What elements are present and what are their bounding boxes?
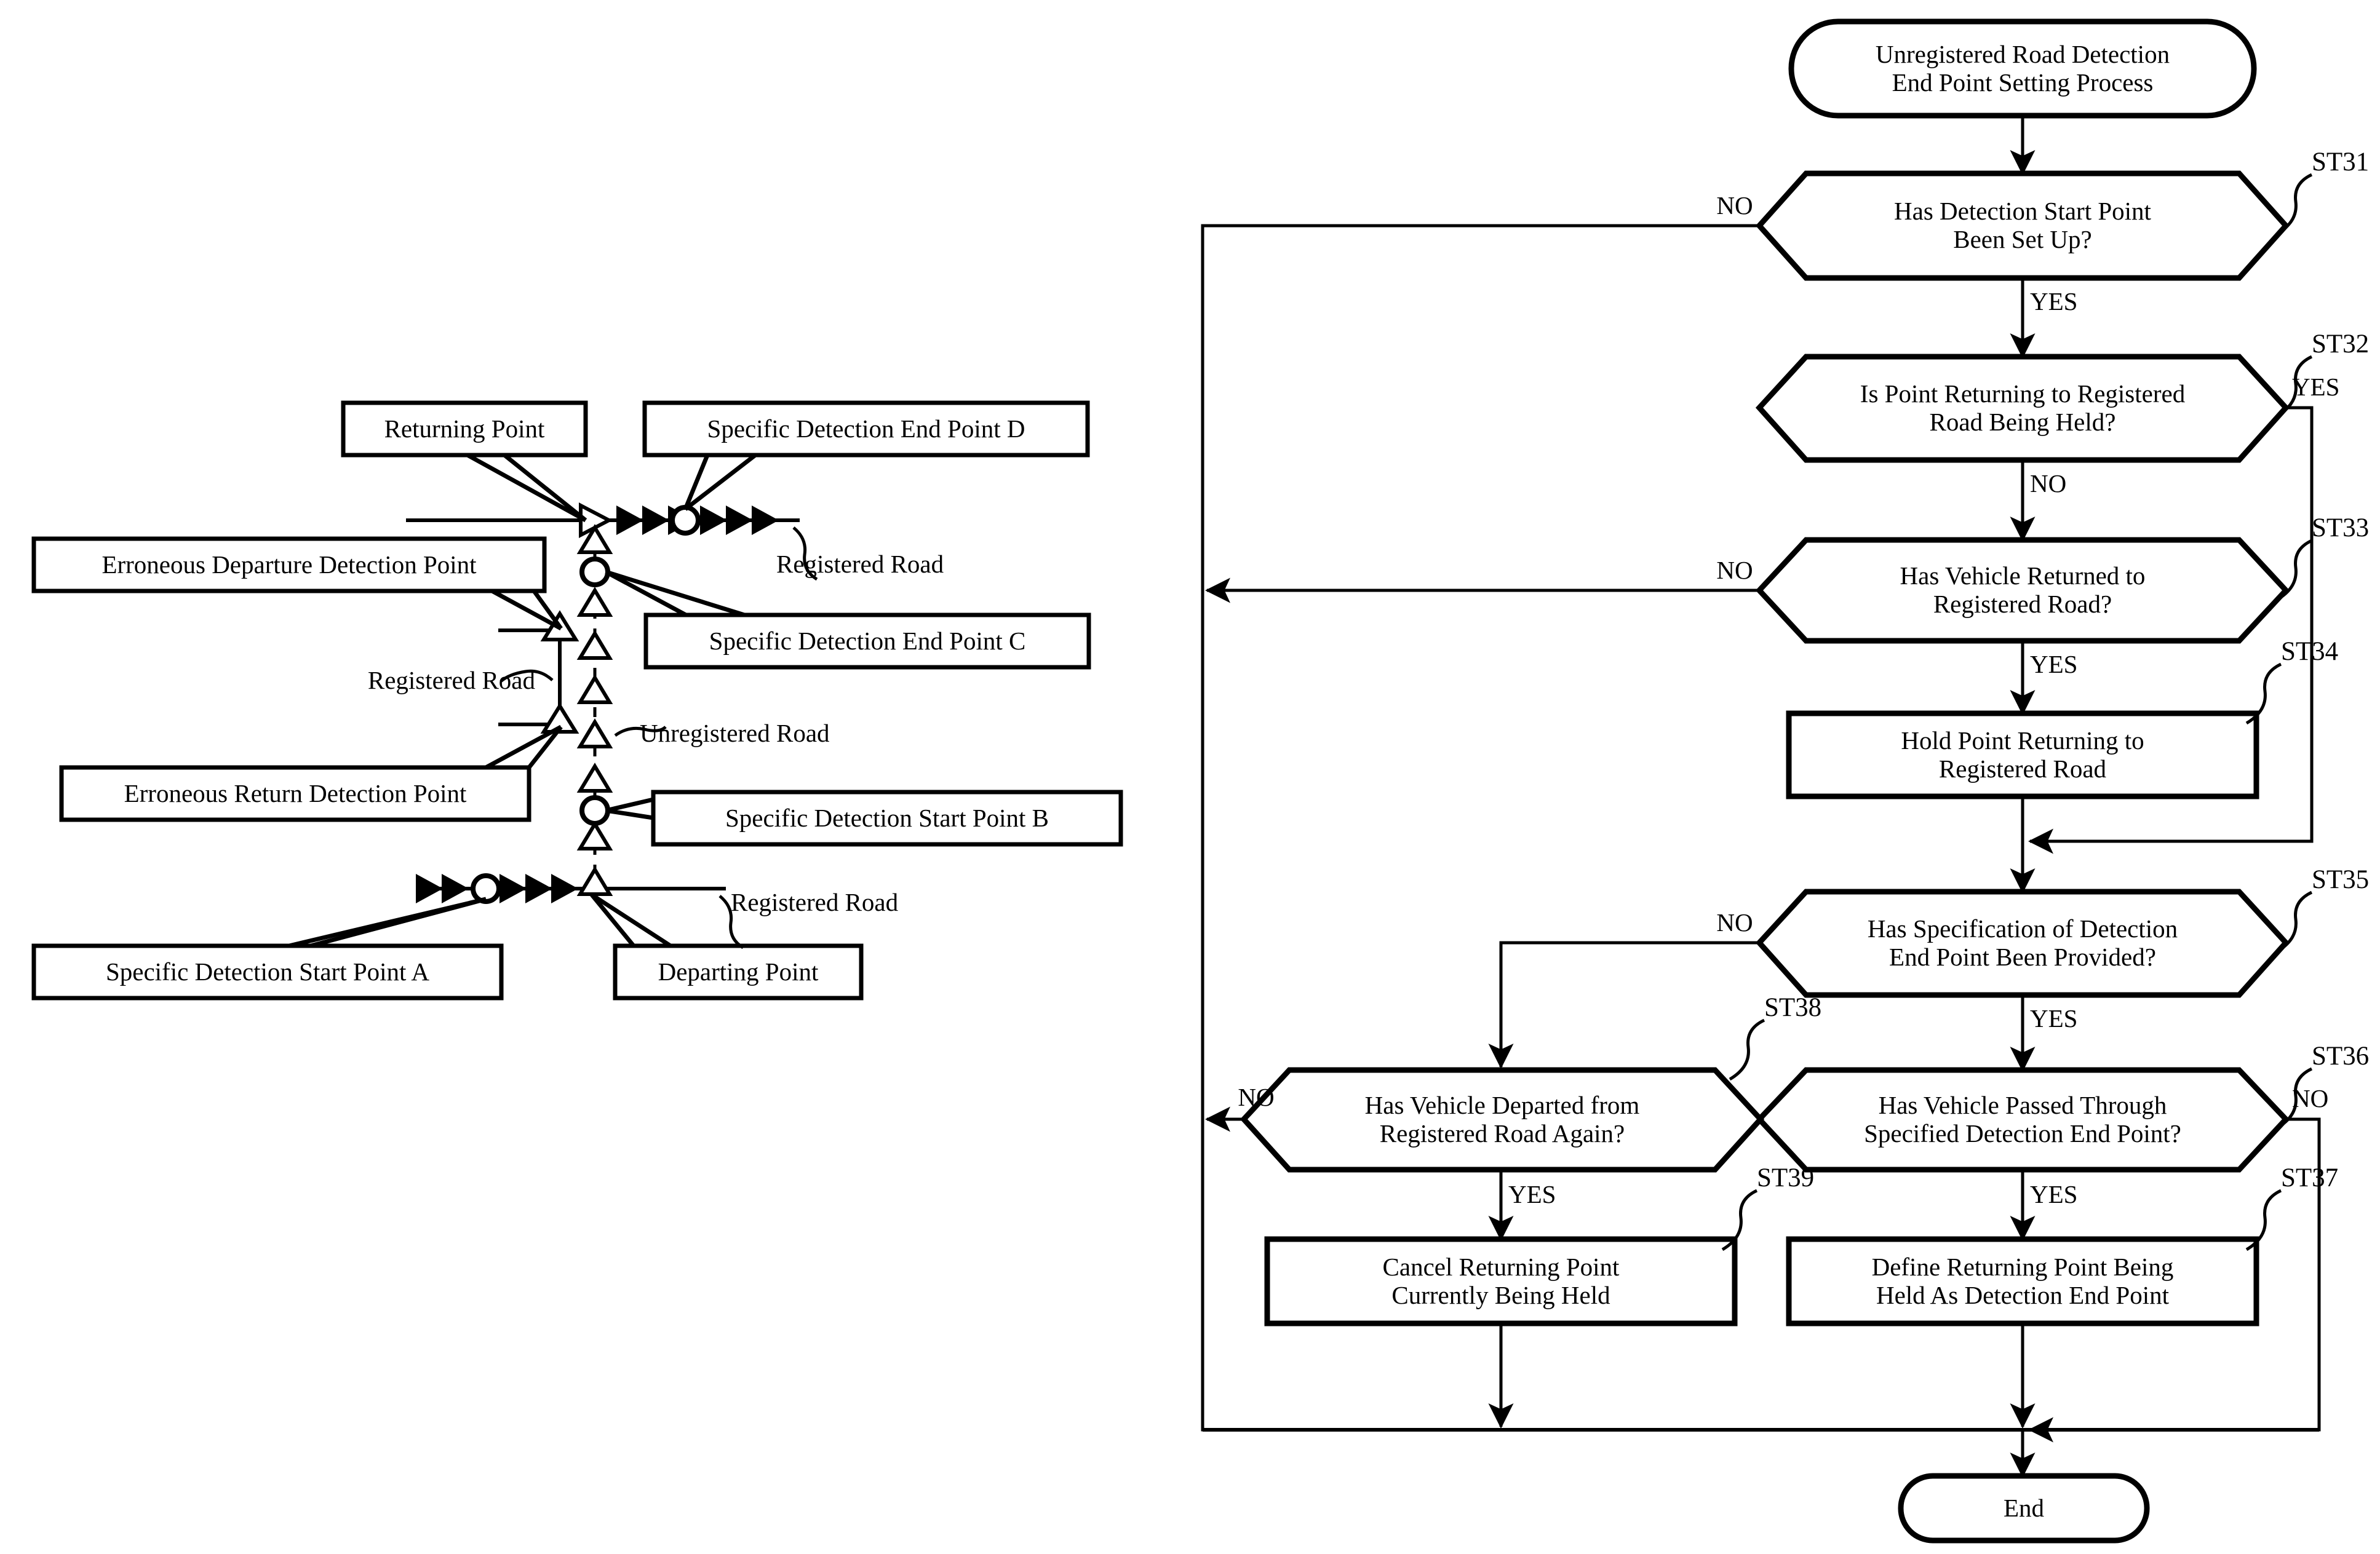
st36-shape: [1755, 1067, 2290, 1173]
specific-detection-start-point-a-box: [31, 943, 504, 1001]
erroneous-return-detection-point-box: [59, 765, 531, 822]
st34-shape: [1786, 710, 2259, 799]
plain-label-leaders: [499, 526, 818, 949]
callout-boxes: [31, 400, 1123, 1001]
figure-root: Unregistered Road Detection End Point Se…: [0, 0, 2380, 1554]
end-node-shape: [1898, 1473, 2150, 1544]
st35-shape: [1755, 889, 2290, 998]
st31-shape: [1755, 170, 2290, 281]
specific-detection-start-point-a-marker: [471, 873, 501, 904]
st33-shape: [1755, 537, 2290, 644]
specific-detection-end-point-d-marker: [670, 505, 701, 536]
road-diagram: [31, 400, 1123, 1001]
st39-shape: [1264, 1236, 1738, 1326]
erroneous-departure-detection-point-box: [31, 536, 547, 593]
figure-canvas: [31, 18, 2321, 1544]
st32-shape: [1755, 354, 2290, 463]
start-node-shape: [1788, 18, 2257, 119]
specific-detection-end-point-d-box: [642, 400, 1090, 458]
specific-detection-end-point-c-box: [643, 612, 1091, 670]
flow-node-shapes: [1240, 18, 2290, 1544]
specific-detection-start-point-b-marker: [579, 795, 610, 826]
st38-shape: [1240, 1067, 1765, 1173]
returning-point-box: [341, 400, 588, 458]
st37-shape: [1786, 1236, 2259, 1326]
specific-detection-start-point-b-box: [651, 790, 1123, 847]
departing-point-box: [613, 943, 864, 1001]
erroneous-departure-detection-point-marker: [579, 557, 610, 587]
